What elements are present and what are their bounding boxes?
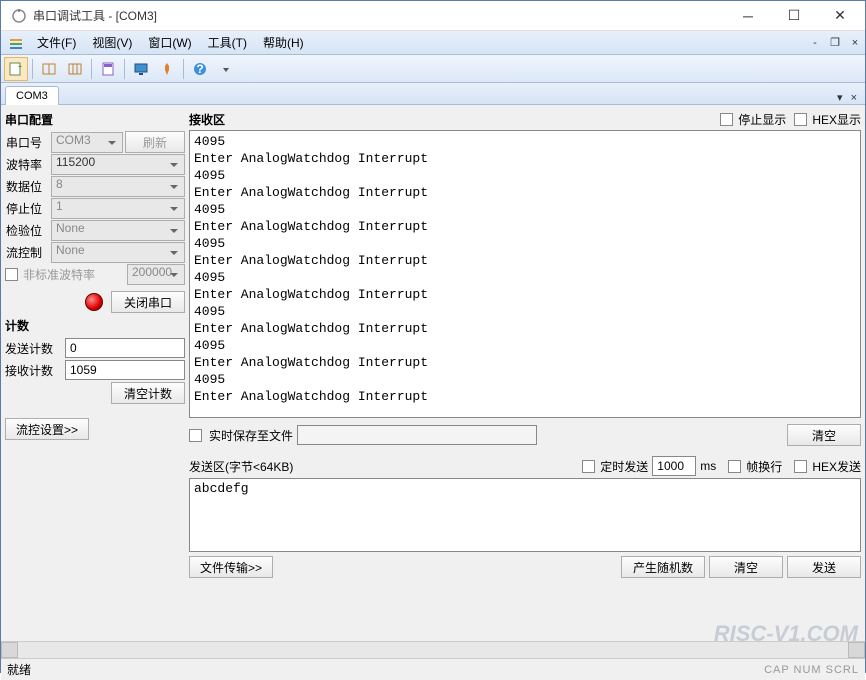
- recv-title: 接收区: [189, 111, 712, 128]
- save-file-label: 实时保存至文件: [209, 427, 293, 444]
- nonstd-label: 非标准波特率: [23, 266, 95, 283]
- flow-select[interactable]: None: [51, 242, 185, 263]
- menu-tools[interactable]: 工具(T): [200, 31, 255, 54]
- wrap-checkbox[interactable]: [728, 460, 741, 473]
- recv-count-value: 1059: [65, 360, 185, 380]
- parity-label: 检验位: [5, 222, 49, 239]
- stop-display-label: 停止显示: [738, 111, 786, 128]
- send-textarea[interactable]: abcdefg: [189, 478, 861, 552]
- recv-count-label: 接收计数: [5, 362, 61, 379]
- app-menu-icon[interactable]: [7, 34, 25, 52]
- maximize-button[interactable]: ☐: [771, 1, 817, 30]
- hex-display-label: HEX显示: [812, 111, 861, 128]
- hex-display-checkbox[interactable]: [794, 113, 807, 126]
- nonstd-checkbox[interactable]: [5, 268, 18, 281]
- timed-unit-label: ms: [700, 459, 716, 473]
- save-file-checkbox[interactable]: [189, 429, 202, 442]
- toolbar-new-icon[interactable]: [4, 57, 28, 81]
- databits-select[interactable]: 8: [51, 176, 185, 197]
- send-clear-button[interactable]: 清空: [709, 556, 783, 578]
- mdi-restore[interactable]: ❐: [826, 34, 844, 52]
- close-button[interactable]: ✕: [817, 1, 863, 30]
- refresh-button[interactable]: 刷新: [125, 131, 185, 153]
- count-title: 计数: [5, 315, 185, 336]
- recv-textarea[interactable]: 4095 Enter AnalogWatchdog Interrupt 4095…: [189, 130, 861, 418]
- send-count-label: 发送计数: [5, 340, 61, 357]
- toolbar-calc-icon[interactable]: [96, 57, 120, 81]
- hex-send-label: HEX发送: [812, 458, 861, 475]
- menu-file[interactable]: 文件(F): [29, 31, 84, 54]
- port-label: 串口号: [5, 134, 49, 151]
- status-ready: 就绪: [7, 661, 764, 678]
- hex-send-checkbox[interactable]: [794, 460, 807, 473]
- toolbar-dropdown-icon[interactable]: [214, 57, 238, 81]
- menu-view[interactable]: 视图(V): [84, 31, 140, 54]
- toolbar-monitor-icon[interactable]: [129, 57, 153, 81]
- app-icon: [11, 8, 27, 24]
- random-button[interactable]: 产生随机数: [621, 556, 705, 578]
- port-select[interactable]: COM3: [51, 132, 123, 153]
- config-title: 串口配置: [5, 109, 185, 130]
- mdi-close[interactable]: ×: [846, 34, 864, 52]
- status-indicators: CAP NUM SCRL: [764, 664, 859, 676]
- tab-close-icon[interactable]: ×: [847, 92, 861, 104]
- window-title: 串口调试工具 - [COM3]: [33, 7, 725, 24]
- menu-help[interactable]: 帮助(H): [255, 31, 312, 54]
- toolbar-help-icon[interactable]: ?: [188, 57, 212, 81]
- timed-send-label: 定时发送: [600, 458, 648, 475]
- recv-clear-button[interactable]: 清空: [787, 424, 861, 446]
- stopbits-select[interactable]: 1: [51, 198, 185, 219]
- toolbar-pin-icon[interactable]: [155, 57, 179, 81]
- timed-send-checkbox[interactable]: [582, 460, 595, 473]
- clear-count-button[interactable]: 清空计数: [111, 382, 185, 404]
- file-transfer-button[interactable]: 文件传输>>: [189, 556, 273, 578]
- tab-dropdown-icon[interactable]: ▾: [833, 91, 847, 104]
- timed-value-input[interactable]: [652, 456, 696, 476]
- mdi-minimize[interactable]: -: [806, 34, 824, 52]
- horizontal-scrollbar[interactable]: [1, 641, 865, 658]
- toolbar-layout1-icon[interactable]: [37, 57, 61, 81]
- databits-label: 数据位: [5, 178, 49, 195]
- flow-settings-button[interactable]: 流控设置>>: [5, 418, 89, 440]
- status-led-icon: [85, 293, 103, 311]
- parity-select[interactable]: None: [51, 220, 185, 241]
- send-title: 发送区(字节<64KB): [189, 458, 570, 475]
- send-button[interactable]: 发送: [787, 556, 861, 578]
- wrap-label: 帧换行: [746, 458, 782, 475]
- stop-display-checkbox[interactable]: [720, 113, 733, 126]
- tab-com3[interactable]: COM3: [5, 86, 59, 105]
- svg-text:?: ?: [196, 62, 203, 76]
- stopbits-label: 停止位: [5, 200, 49, 217]
- baud-select[interactable]: 115200: [51, 154, 185, 175]
- toolbar-layout2-icon[interactable]: [63, 57, 87, 81]
- flow-label: 流控制: [5, 244, 49, 261]
- nonstd-select[interactable]: 200000: [127, 264, 185, 285]
- menu-window[interactable]: 窗口(W): [140, 31, 199, 54]
- send-count-value: 0: [65, 338, 185, 358]
- minimize-button[interactable]: ─: [725, 1, 771, 30]
- close-port-button[interactable]: 关闭串口: [111, 291, 185, 313]
- save-file-input[interactable]: [297, 425, 537, 445]
- baud-label: 波特率: [5, 156, 49, 173]
